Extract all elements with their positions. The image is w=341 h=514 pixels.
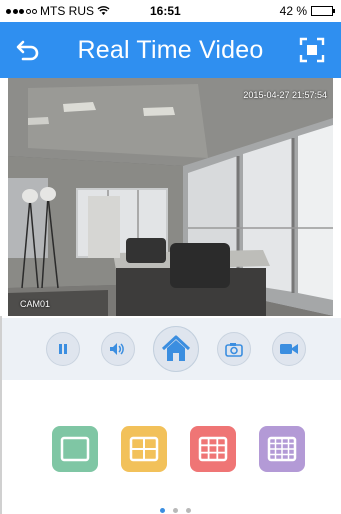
battery-icon: [311, 6, 335, 16]
pause-icon: [59, 344, 67, 354]
page-dot[interactable]: [173, 508, 178, 513]
status-bar: MTS RUS 16:51 42 %: [0, 0, 341, 22]
layout-nine-button[interactable]: [190, 426, 236, 472]
status-time: 16:51: [150, 4, 181, 18]
home-icon: [161, 335, 191, 361]
video-frame: [8, 78, 333, 316]
layout-quad-button[interactable]: [121, 426, 167, 472]
fullscreen-icon: [299, 37, 325, 63]
back-button[interactable]: [14, 36, 42, 64]
layout-selector: [0, 380, 341, 514]
record-button[interactable]: [272, 332, 306, 366]
playback-controls: [0, 318, 341, 380]
layout-sixteen-button[interactable]: [259, 426, 305, 472]
live-video-view[interactable]: 2015-04-27 21:57:54 CAM01: [8, 78, 333, 316]
left-divider: [0, 316, 2, 514]
layout-single-button[interactable]: [52, 426, 98, 472]
layout-4-icon: [129, 436, 159, 462]
fullscreen-button[interactable]: [297, 35, 327, 65]
signal-strength-icon: [6, 8, 37, 14]
pause-button[interactable]: [46, 332, 80, 366]
battery-percent: 42 %: [279, 4, 307, 18]
layout-9-icon: [198, 436, 228, 462]
wifi-icon: [97, 6, 110, 15]
page-title: Real Time Video: [77, 35, 264, 64]
video-camera-icon: [280, 344, 298, 354]
camera-icon: [225, 342, 243, 357]
title-bar: Real Time Video: [0, 22, 341, 78]
home-button[interactable]: [153, 326, 199, 372]
speaker-icon: [110, 343, 124, 355]
camera-label: CAM01: [20, 299, 51, 309]
snapshot-button[interactable]: [217, 332, 251, 366]
status-right: 42 %: [279, 4, 335, 18]
video-timestamp: 2015-04-27 21:57:54: [243, 90, 327, 100]
page-dot[interactable]: [186, 508, 191, 513]
back-arrow-icon: [16, 40, 39, 61]
page-indicator[interactable]: [160, 508, 191, 513]
layout-16-icon: [267, 436, 297, 462]
carrier-name: MTS RUS: [40, 4, 94, 18]
audio-button[interactable]: [101, 332, 135, 366]
layout-1-icon: [60, 436, 90, 462]
status-left: MTS RUS: [6, 4, 110, 18]
page-dot[interactable]: [160, 508, 165, 513]
